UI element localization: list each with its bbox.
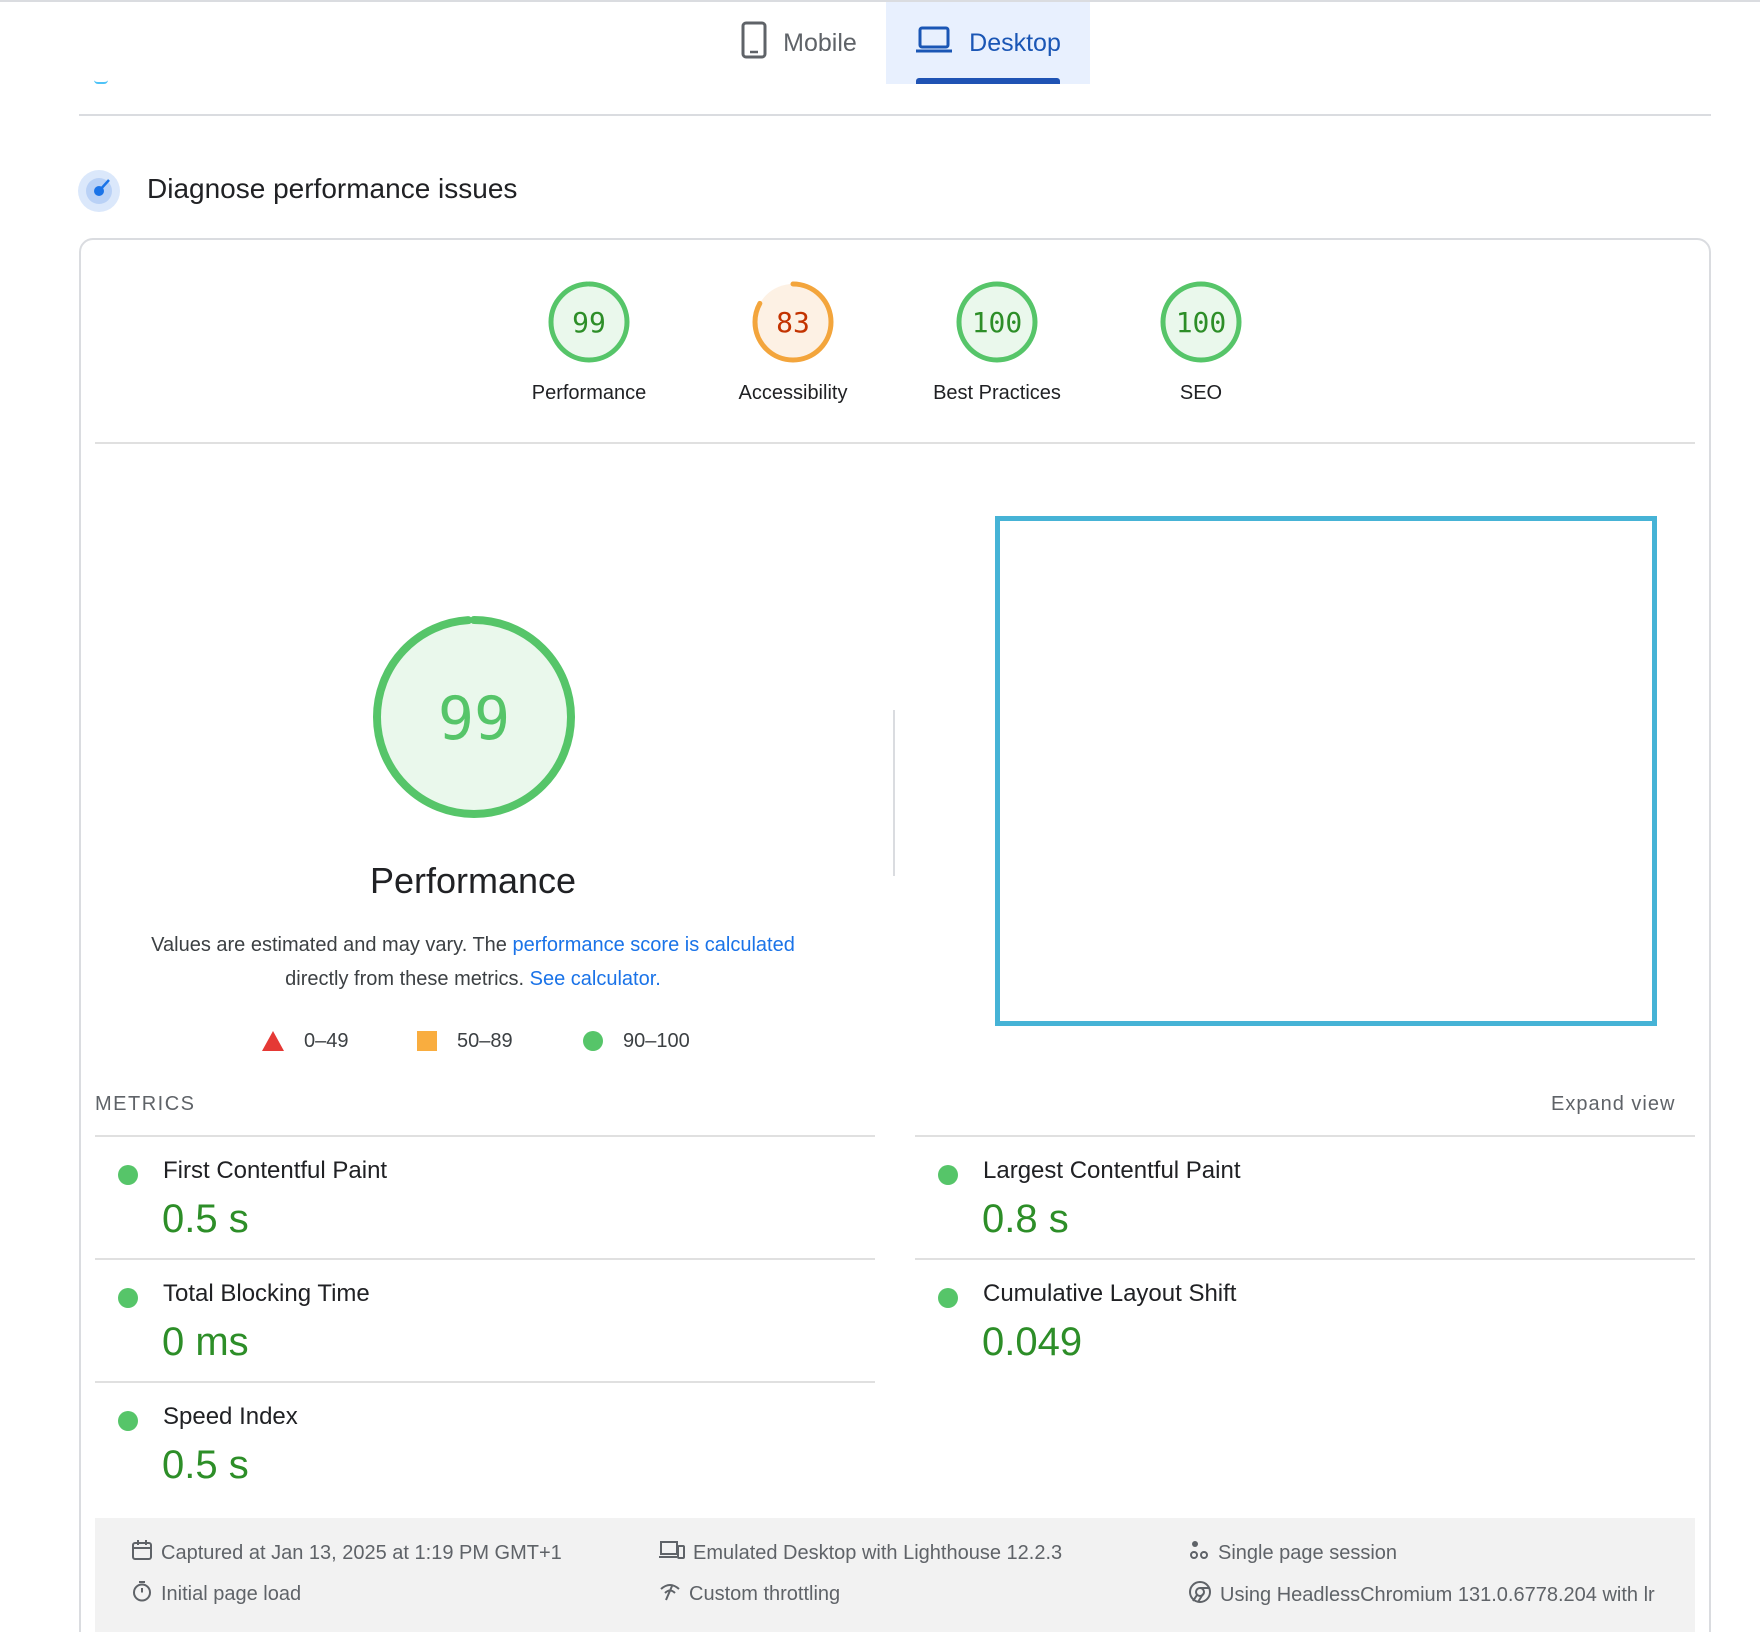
svg-text:100: 100 <box>972 306 1023 339</box>
tab-desktop[interactable]: Desktop <box>886 2 1090 84</box>
session-info: Single page session <box>1188 1539 1397 1567</box>
metric-label: First Contentful Paint <box>163 1157 388 1184</box>
score-calculated-link[interactable]: performance score is calculated <box>512 934 794 956</box>
metric-largest-contentful-paint: Largest Contentful Paint 0.8 s <box>915 1137 1695 1259</box>
gauge-performance[interactable]: 99 Performance <box>489 280 689 405</box>
metric-label: Speed Index <box>163 1403 298 1430</box>
vertical-divider <box>893 710 895 876</box>
tab-desktop-label: Desktop <box>969 28 1061 57</box>
expand-view-button[interactable]: Expand view <box>1551 1093 1675 1116</box>
calendar-icon <box>131 1539 153 1567</box>
legend-fail: 0–49 <box>262 1026 349 1056</box>
section-title: Diagnose performance issues <box>147 173 518 204</box>
metric-first-contentful-paint: First Contentful Paint 0.5 s <box>95 1137 875 1259</box>
metrics-heading: METRICS <box>95 1093 196 1115</box>
metric-label: Total Blocking Time <box>163 1280 370 1307</box>
gauge-performance-label: Performance <box>531 382 647 404</box>
phone-icon <box>741 21 767 66</box>
pass-dot-icon <box>938 1165 958 1185</box>
pass-dot-icon <box>118 1288 138 1308</box>
legend-average-range: 50–89 <box>457 1029 513 1052</box>
page-screenshot-thumbnail[interactable] <box>995 516 1657 1026</box>
performance-title: Performance <box>369 860 577 901</box>
pass-dot-icon <box>118 1165 138 1185</box>
legend-average: 50–89 <box>417 1026 513 1056</box>
diagnose-icon <box>78 170 120 212</box>
gauge-accessibility[interactable]: 83 Accessibility <box>693 280 893 405</box>
gauge-performance-ring: 99 <box>548 281 630 363</box>
emulated-text: Emulated Desktop with Lighthouse 12.2.3 <box>693 1541 1063 1564</box>
svg-text:100: 100 <box>1176 306 1227 339</box>
description-middle: directly from these metrics. <box>285 968 525 990</box>
emulated-info: Emulated Desktop with Lighthouse 12.2.3 <box>659 1539 1062 1567</box>
metric-cumulative-layout-shift: Cumulative Layout Shift 0.049 <box>915 1260 1695 1382</box>
tab-mobile[interactable]: Mobile <box>712 2 886 84</box>
stopwatch-icon <box>131 1580 153 1608</box>
gauge-seo[interactable]: 100 SEO <box>1101 280 1301 405</box>
captured-text: Captured at Jan 13, 2025 at 1:19 PM GMT+… <box>161 1541 562 1564</box>
triangle-icon <box>262 1031 284 1051</box>
devices-icon <box>659 1539 685 1567</box>
performance-description: Values are estimated and may vary. The p… <box>110 928 836 996</box>
gauge-best-practices[interactable]: 100 Best Practices <box>897 280 1097 405</box>
throttling-text: Custom throttling <box>689 1582 841 1605</box>
signal-icon <box>659 1580 681 1608</box>
metric-value: 0.8 s <box>982 1197 1069 1241</box>
svg-text:99: 99 <box>572 306 606 339</box>
pass-dot-icon <box>938 1288 958 1308</box>
scroll-fragment <box>94 80 108 84</box>
metric-speed-index: Speed Index 0.5 s <box>95 1383 875 1505</box>
active-tab-indicator <box>916 78 1060 84</box>
metric-label: Largest Contentful Paint <box>983 1157 1241 1184</box>
legend-pass: 90–100 <box>583 1026 690 1056</box>
description-prefix: Values are estimated and may vary. The <box>151 934 507 956</box>
tabs-divider <box>79 114 1711 116</box>
captured-info: Captured at Jan 13, 2025 at 1:19 PM GMT+… <box>131 1539 562 1567</box>
laptop-icon <box>915 25 953 62</box>
square-icon <box>417 1031 437 1051</box>
gauge-accessibility-label: Accessibility <box>738 382 848 404</box>
metric-label: Cumulative Layout Shift <box>983 1280 1237 1307</box>
metric-value: 0 ms <box>162 1320 249 1364</box>
initial-load-info: Initial page load <box>131 1580 301 1608</box>
initial-load-text: Initial page load <box>161 1582 302 1605</box>
browser-text: Using HeadlessChromium 131.0.6778.204 wi… <box>1220 1583 1655 1606</box>
performance-gauge-large: 99 <box>373 616 575 818</box>
gauge-seo-ring: 100 <box>1160 281 1242 363</box>
pass-dot-icon <box>118 1411 138 1431</box>
svg-text:83: 83 <box>776 306 810 339</box>
metric-value: 0.049 <box>982 1320 1083 1364</box>
browser-info: Using HeadlessChromium 131.0.6778.204 wi… <box>1188 1580 1698 1610</box>
chrome-icon <box>1188 1580 1212 1610</box>
legend-pass-range: 90–100 <box>623 1029 690 1052</box>
gauge-seo-label: SEO <box>1179 382 1223 404</box>
metric-value: 0.5 s <box>162 1197 249 1241</box>
metric-value: 0.5 s <box>162 1443 249 1487</box>
session-text: Single page session <box>1218 1541 1398 1564</box>
legend-fail-range: 0–49 <box>304 1029 349 1052</box>
svg-text:99: 99 <box>438 684 510 754</box>
session-icon <box>1188 1539 1210 1567</box>
throttling-info: Custom throttling <box>659 1580 840 1608</box>
gauge-best-practices-ring: 100 <box>956 281 1038 363</box>
run-info-footer <box>95 1518 1695 1632</box>
gauge-accessibility-ring: 83 <box>752 281 834 363</box>
see-calculator-link[interactable]: See calculator. <box>530 968 661 990</box>
tab-mobile-label: Mobile <box>783 28 857 57</box>
gauges-divider <box>95 442 1695 444</box>
gauge-best-practices-label: Best Practices <box>933 382 1061 404</box>
metric-total-blocking-time: Total Blocking Time 0 ms <box>95 1260 875 1382</box>
circle-icon <box>583 1031 603 1051</box>
